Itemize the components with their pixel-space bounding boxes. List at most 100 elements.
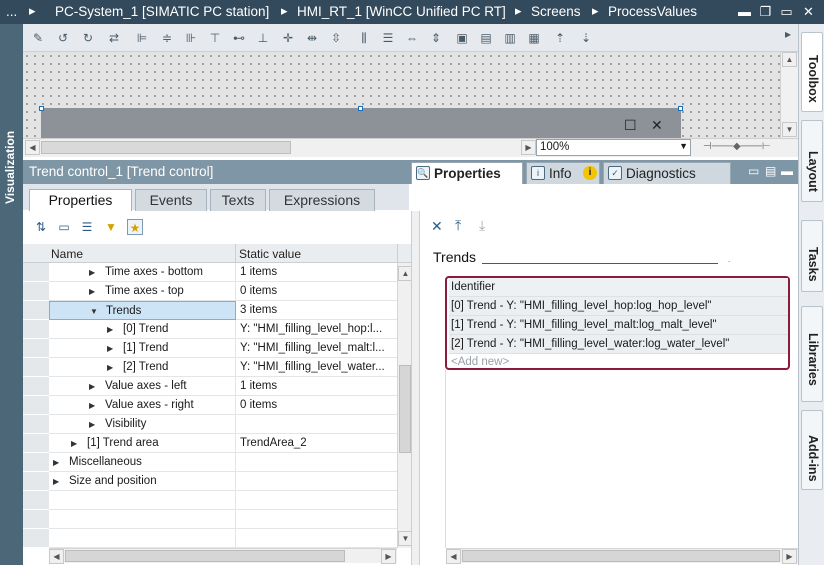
zoom-select[interactable]: 100% ▼ bbox=[536, 139, 691, 156]
align-right-icon[interactable]: ⊪ bbox=[184, 31, 198, 45]
property-row[interactable] bbox=[23, 510, 397, 529]
trend-control-object[interactable]: ☐ ✕ bbox=[41, 108, 681, 138]
property-row[interactable]: ▶ Visibility bbox=[23, 415, 397, 434]
close-window-icon[interactable]: ✕ bbox=[651, 117, 663, 134]
collapsed-arrow-icon[interactable]: ▶ bbox=[89, 287, 97, 296]
trend-row[interactable]: [2] Trend - Y: "HMI_filling_level_water:… bbox=[449, 335, 788, 354]
property-row[interactable]: ▶ Time axes - bottom 1 items bbox=[23, 263, 397, 282]
subtab-expressions[interactable]: Expressions bbox=[269, 189, 375, 211]
property-value[interactable] bbox=[236, 415, 397, 434]
bring-to-front-icon[interactable]: ⇡ bbox=[553, 31, 567, 45]
menu-icon[interactable]: ▤ bbox=[765, 164, 776, 178]
rotate-right-icon[interactable]: ↻ bbox=[81, 31, 95, 45]
align-bottom-icon[interactable]: ⊥ bbox=[256, 31, 270, 45]
breadcrumb-item[interactable]: PC-System_1 [SIMATIC PC station] bbox=[55, 4, 269, 19]
taskcard-addins[interactable]: Add-ins bbox=[801, 410, 823, 490]
delete-icon[interactable]: ✕ bbox=[431, 218, 443, 235]
scroll-thumb[interactable] bbox=[399, 365, 411, 453]
scroll-right-icon[interactable]: ▶ bbox=[381, 549, 396, 564]
stretch-vertical-icon[interactable]: ⇕ bbox=[429, 31, 443, 45]
scroll-thumb[interactable] bbox=[462, 550, 780, 562]
close-icon[interactable]: ✕ bbox=[800, 3, 817, 20]
property-row[interactable] bbox=[23, 491, 397, 510]
tab-info[interactable]: i Info i bbox=[526, 162, 600, 184]
scroll-left-icon[interactable]: ◀ bbox=[25, 140, 40, 155]
align-center-icon[interactable]: ≑ bbox=[160, 31, 174, 45]
toolbar-expand-icon[interactable]: ▸ bbox=[781, 27, 795, 41]
property-value[interactable]: Y: "HMI_filling_level_malt:l... bbox=[236, 339, 397, 358]
property-row[interactable]: ▶ Value axes - right 0 items bbox=[23, 396, 397, 415]
move-up-icon[interactable]: ⤒ bbox=[455, 217, 461, 234]
align-top-icon[interactable]: ⊤ bbox=[208, 31, 222, 45]
selection-handle[interactable] bbox=[39, 106, 44, 111]
group-icon[interactable]: ▣ bbox=[455, 31, 469, 45]
property-value[interactable]: 1 items bbox=[236, 263, 397, 282]
collapsed-arrow-icon[interactable]: ▶ bbox=[89, 420, 97, 429]
folder-view-icon[interactable]: ▭ bbox=[56, 219, 72, 235]
scroll-right-icon[interactable]: ▶ bbox=[782, 549, 797, 564]
filter-icon[interactable]: ▼ bbox=[103, 219, 119, 235]
tab-properties[interactable]: 🔍 Properties bbox=[411, 162, 523, 184]
property-value[interactable]: TrendArea_2 bbox=[236, 434, 397, 453]
scroll-right-icon[interactable]: ▶ bbox=[521, 140, 536, 155]
bring-forward-icon[interactable]: ▥ bbox=[503, 31, 517, 45]
minimize-panel-icon[interactable]: ▬ bbox=[781, 164, 793, 178]
rotate-left-icon[interactable]: ↺ bbox=[56, 31, 70, 45]
taskcard-libraries[interactable]: Libraries bbox=[801, 306, 823, 402]
collapsed-arrow-icon[interactable]: ▶ bbox=[89, 401, 97, 410]
scroll-thumb[interactable] bbox=[41, 141, 291, 154]
selection-handle[interactable] bbox=[358, 106, 363, 111]
scroll-up-icon[interactable]: ▲ bbox=[782, 52, 797, 67]
list-view-icon[interactable]: ☰ bbox=[79, 219, 95, 235]
distribute-vertical-icon[interactable]: ☰ bbox=[381, 31, 395, 45]
move-down-icon[interactable]: ⤓ bbox=[479, 217, 485, 234]
collapsed-arrow-icon[interactable]: ▶ bbox=[107, 325, 115, 334]
collapsed-arrow-icon[interactable]: ▶ bbox=[89, 268, 97, 277]
minimize-icon[interactable]: ▬ bbox=[736, 3, 753, 20]
collapsed-arrow-icon[interactable]: ▶ bbox=[89, 382, 97, 391]
breadcrumb-item[interactable]: Screens bbox=[531, 4, 581, 19]
flip-icon[interactable]: ⇄ bbox=[107, 31, 121, 45]
center-icon[interactable]: ✛ bbox=[281, 31, 295, 45]
ungroup-icon[interactable]: ▤ bbox=[479, 31, 493, 45]
expanded-arrow-icon[interactable]: ▼ bbox=[90, 307, 98, 316]
property-row[interactable]: ▶ [2] Trend Y: "HMI_filling_level_water... bbox=[23, 358, 397, 377]
taskcard-toolbox[interactable]: Toolbox bbox=[801, 32, 823, 112]
panel-splitter[interactable] bbox=[411, 211, 420, 565]
restore-icon[interactable]: ❐ bbox=[757, 3, 774, 20]
scroll-thumb[interactable] bbox=[65, 550, 345, 562]
breadcrumb-item[interactable]: HMI_RT_1 [WinCC Unified PC RT] bbox=[297, 4, 506, 19]
format-painter-icon[interactable]: ✎ bbox=[31, 31, 45, 45]
column-header-name[interactable]: Name bbox=[51, 247, 83, 261]
send-to-back-icon[interactable]: ⇣ bbox=[579, 31, 593, 45]
scroll-down-icon[interactable]: ▼ bbox=[782, 122, 797, 137]
property-row[interactable]: ▶ Miscellaneous bbox=[23, 453, 397, 472]
maximize-icon[interactable]: ▭ bbox=[778, 3, 795, 20]
breadcrumb-item[interactable]: ProcessValues bbox=[608, 4, 697, 19]
property-row[interactable] bbox=[23, 529, 397, 548]
same-height-icon[interactable]: ⇳ bbox=[329, 31, 343, 45]
subtab-texts[interactable]: Texts bbox=[210, 189, 266, 211]
stretch-horizontal-icon[interactable]: ⇔ bbox=[405, 31, 419, 45]
property-row[interactable]: ▶ Value axes - left 1 items bbox=[23, 377, 397, 396]
scroll-left-icon[interactable]: ◀ bbox=[446, 549, 461, 564]
distribute-horizontal-icon[interactable]: ⫼ bbox=[357, 31, 371, 45]
property-value[interactable]: 0 items bbox=[236, 396, 397, 415]
collapsed-arrow-icon[interactable]: ▶ bbox=[107, 344, 115, 353]
property-value[interactable] bbox=[236, 453, 397, 472]
zoom-slider[interactable]: ⊣───◆───⊢ bbox=[703, 141, 773, 154]
align-left-icon[interactable]: ⊫ bbox=[135, 31, 149, 45]
sort-alphabetical-icon[interactable]: ⇅ bbox=[33, 219, 49, 235]
property-value[interactable]: 0 items bbox=[236, 282, 397, 301]
property-value[interactable]: Y: "HMI_filling_level_water... bbox=[236, 358, 397, 377]
favorites-icon[interactable]: ★ bbox=[127, 219, 143, 235]
subtab-properties[interactable]: Properties bbox=[29, 189, 132, 211]
trend-row[interactable]: [0] Trend - Y: "HMI_filling_level_hop:lo… bbox=[449, 297, 788, 316]
subtab-events[interactable]: Events bbox=[135, 189, 207, 211]
grid-vertical-scrollbar[interactable]: ▲ ▼ bbox=[397, 263, 413, 548]
collapsed-arrow-icon[interactable]: ▶ bbox=[53, 477, 61, 486]
property-value[interactable] bbox=[236, 491, 397, 510]
property-value[interactable]: Y: "HMI_filling_level_hop:l... bbox=[236, 320, 397, 339]
property-row[interactable]: ▶ [1] Trend Y: "HMI_filling_level_malt:l..… bbox=[23, 339, 397, 358]
trend-row[interactable]: [1] Trend - Y: "HMI_filling_level_malt:l… bbox=[449, 316, 788, 335]
